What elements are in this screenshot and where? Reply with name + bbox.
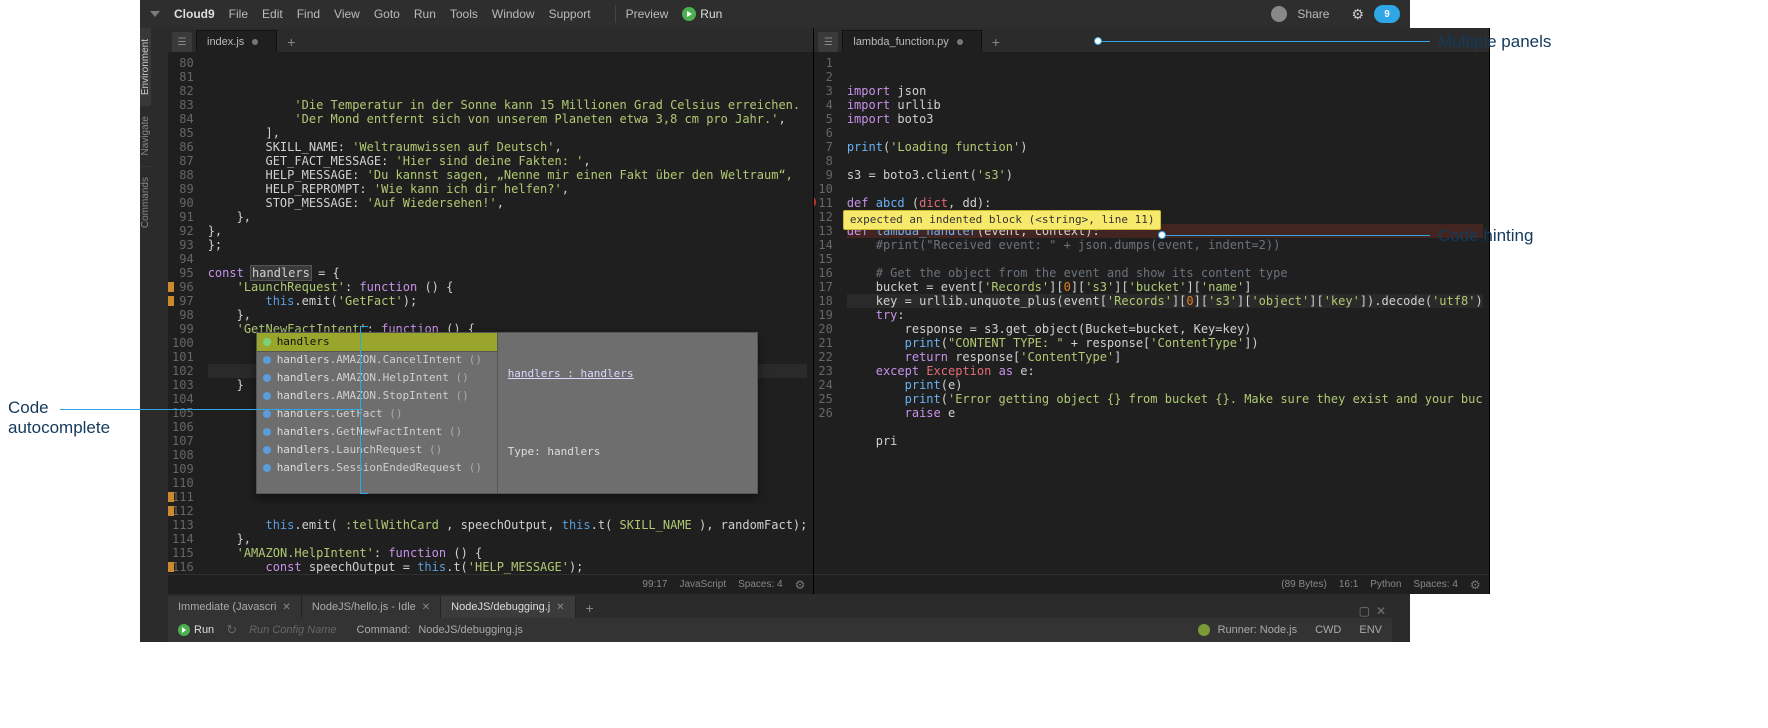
left-tabstrip: ☰ index.js + <box>168 28 813 52</box>
left-pane: ☰ index.js + 808182838485868788899091929… <box>168 28 814 594</box>
run-config-button[interactable]: Run <box>178 624 214 636</box>
app-menu-dropdown[interactable] <box>150 11 160 17</box>
editor-settings-gear-icon[interactable]: ⚙ <box>795 578 806 592</box>
callout-hinting: Code hinting <box>1438 226 1533 246</box>
language-mode[interactable]: Python <box>1370 579 1401 590</box>
new-bottom-tab[interactable]: + <box>580 598 600 618</box>
language-mode[interactable]: JavaScript <box>679 579 726 590</box>
user-avatar[interactable] <box>1271 6 1287 22</box>
tab-lambda-py[interactable]: lambda_function.py <box>842 30 981 52</box>
autocomplete-item[interactable]: handlers.GetFact () <box>257 405 497 423</box>
cursor-pos[interactable]: 99:17 <box>642 579 667 590</box>
editor-settings-gear-icon[interactable]: ⚙ <box>1470 578 1481 592</box>
file-tree-icon[interactable]: ☰ <box>172 32 192 52</box>
menu-file[interactable]: File <box>229 7 248 21</box>
right-tabstrip: ☰ lambda_function.py + <box>814 28 1488 52</box>
indent-setting[interactable]: Spaces: 4 <box>738 579 782 590</box>
cloud9-ide: Cloud9 File Edit Find View Goto Run Tool… <box>140 0 1410 642</box>
menu-run[interactable]: Run <box>414 7 436 21</box>
brand: Cloud9 <box>174 7 215 21</box>
unsaved-dot-icon <box>957 39 963 45</box>
restart-icon[interactable]: ↻ <box>226 622 237 638</box>
command-value[interactable]: NodeJS/debugging.js <box>418 624 523 636</box>
menu-find[interactable]: Find <box>297 7 320 21</box>
run-bar: Run ↻ Run Config Name Command: NodeJS/de… <box>168 618 1392 642</box>
left-sidebar: Environment Navigate Commands <box>140 28 168 642</box>
run-config-name-input[interactable]: Run Config Name <box>249 624 336 636</box>
autocomplete-item[interactable]: handlers.AMAZON.CancelIntent () <box>257 351 497 369</box>
close-icon[interactable]: ✕ <box>422 602 430 613</box>
right-pane: ☰ lambda_function.py + 12345678910111213… <box>814 28 1489 594</box>
close-icon[interactable]: ✕ <box>282 602 290 613</box>
env-button[interactable]: ENV <box>1359 624 1382 636</box>
bottom-tabstrip: Immediate (Javascri✕NodeJS/hello.js - Id… <box>168 594 1392 618</box>
autocomplete-info: handlers : handlers Type: handlers <box>497 333 757 493</box>
autocomplete-item[interactable]: handlers.AMAZON.StopIntent () <box>257 387 497 405</box>
cwd-button[interactable]: CWD <box>1315 624 1341 636</box>
play-icon <box>178 624 190 636</box>
file-size: (89 Bytes) <box>1281 579 1327 590</box>
share-button[interactable]: Share <box>1297 7 1329 21</box>
file-tree-icon[interactable]: ☰ <box>818 32 838 52</box>
autocomplete-item[interactable]: handlers.SessionEndedRequest () <box>257 459 497 477</box>
callout-autocomplete: Codeautocomplete <box>8 398 110 438</box>
side-navigate[interactable]: Navigate <box>140 105 151 165</box>
tab-index-js[interactable]: index.js <box>196 30 277 52</box>
bottom-tab[interactable]: NodeJS/hello.js - Idle✕ <box>302 596 441 618</box>
autocomplete-item[interactable]: handlers.GetNewFactIntent () <box>257 423 497 441</box>
menubar: Cloud9 File Edit Find View Goto Run Tool… <box>140 0 1410 28</box>
runner-icon <box>1198 624 1210 636</box>
side-environment[interactable]: Environment <box>140 28 151 105</box>
new-tab-button[interactable]: + <box>281 32 301 52</box>
menu-goto[interactable]: Goto <box>374 7 400 21</box>
menu-view[interactable]: View <box>334 7 360 21</box>
right-statusbar: (89 Bytes) 16:1 Python Spaces: 4 ⚙ <box>814 574 1488 594</box>
menu-support[interactable]: Support <box>549 7 591 21</box>
cursor-pos[interactable]: 16:1 <box>1339 579 1358 590</box>
menu-window[interactable]: Window <box>492 7 535 21</box>
unsaved-dot-icon <box>252 39 258 45</box>
close-panel-icon[interactable]: ✕ <box>1376 604 1386 618</box>
autocomplete-item[interactable]: handlers.LaunchRequest () <box>257 441 497 459</box>
bottom-tab[interactable]: Immediate (Javascri✕ <box>168 596 302 618</box>
autocomplete-item[interactable]: handlers.AMAZON.HelpIntent () <box>257 369 497 387</box>
right-editor[interactable]: 1234567891011121314151617181920212223242… <box>814 52 1488 574</box>
preview-button[interactable]: Preview <box>626 7 669 21</box>
lint-tooltip: expected an indented block (<string>, li… <box>843 210 1162 230</box>
menu-edit[interactable]: Edit <box>262 7 283 21</box>
menu-tools[interactable]: Tools <box>450 7 478 21</box>
run-button[interactable]: Run <box>682 7 722 21</box>
left-editor[interactable]: 8081828384858687888990919293949596979899… <box>168 52 813 574</box>
play-icon <box>682 7 696 21</box>
settings-gear-icon[interactable]: ⚙ <box>1351 6 1364 23</box>
left-statusbar: 99:17 JavaScript Spaces: 4 ⚙ <box>168 574 813 594</box>
new-tab-button[interactable]: + <box>986 32 1006 52</box>
callout-panels: Multiple panels <box>1438 32 1551 52</box>
command-label: Command: <box>357 624 411 636</box>
runner-select[interactable]: Runner: Node.js <box>1218 624 1298 636</box>
autocomplete-item[interactable]: handlers <box>257 333 497 351</box>
indent-setting[interactable]: Spaces: 4 <box>1413 579 1457 590</box>
close-icon[interactable]: ✕ <box>556 602 564 613</box>
side-commands[interactable]: Commands <box>140 166 151 238</box>
autocomplete-popup[interactable]: handlershandlers.AMAZON.CancelIntent ()h… <box>256 332 758 494</box>
editor-split: ☰ index.js + 808182838485868788899091929… <box>168 28 1392 594</box>
cloud9-badge[interactable]: 9 <box>1374 5 1400 23</box>
bottom-tab[interactable]: NodeJS/debugging.j✕ <box>441 596 575 618</box>
maximize-icon[interactable]: ▢ <box>1359 604 1370 618</box>
